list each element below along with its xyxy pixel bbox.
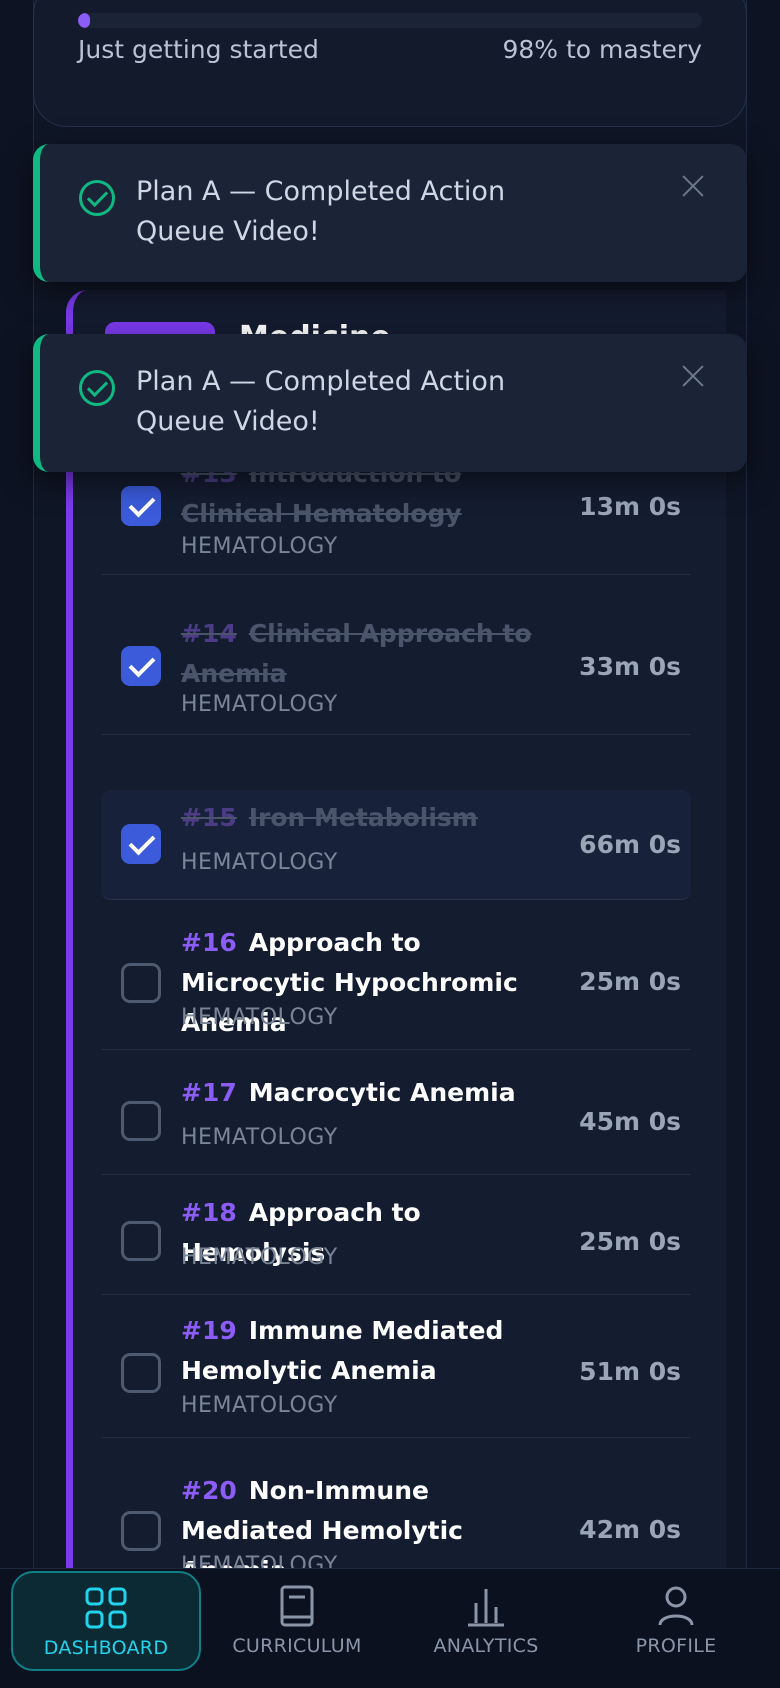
lesson-row[interactable]: #17 Macrocytic Anemia HEMATOLOGY 45m 0s (101, 1065, 691, 1175)
close-icon[interactable] (679, 172, 707, 200)
lesson-category: HEMATOLOGY (181, 1245, 338, 1270)
user-icon (658, 1586, 694, 1626)
lesson-duration: 66m 0s (579, 830, 681, 859)
progress-status-label: Just getting started (78, 35, 319, 64)
progress-mastery-label: 98% to mastery (502, 35, 702, 64)
lesson-checkbox[interactable] (121, 963, 161, 1003)
lesson-duration: 45m 0s (579, 1107, 681, 1136)
nav-analytics-label: ANALYTICS (433, 1635, 539, 1657)
lesson-checkbox[interactable] (121, 646, 161, 686)
mastery-progress-bar (78, 13, 702, 28)
lesson-title: #14 Clinical Approach to Anemia (181, 614, 561, 694)
lesson-duration: 42m 0s (579, 1515, 681, 1544)
lesson-number: #18 (181, 1198, 237, 1227)
grid-icon (85, 1587, 127, 1629)
lesson-title-text: Macrocytic Anemia (248, 1078, 516, 1107)
lesson-row[interactable]: #19 Immune Mediated Hemolytic Anemia HEMA… (101, 1303, 691, 1438)
lesson-checkbox[interactable] (121, 1221, 161, 1261)
lesson-category: HEMATOLOGY (181, 692, 338, 717)
nav-profile-label: PROFILE (635, 1635, 717, 1657)
toast-message: Plan A — Completed Action Queue Video! (136, 176, 506, 247)
lesson-checkbox[interactable] (121, 824, 161, 864)
nav-analytics[interactable]: ANALYTICS (391, 1571, 581, 1671)
lesson-duration: 51m 0s (579, 1357, 681, 1386)
close-icon[interactable] (679, 362, 707, 390)
lesson-number: #17 (181, 1078, 237, 1107)
lesson-row[interactable]: #16 Approach to Microcytic Hypochromic An… (101, 915, 691, 1050)
lesson-row[interactable]: #15 Iron Metabolism HEMATOLOGY 66m 0s (101, 790, 691, 900)
nav-dashboard-label: DASHBOARD (43, 1637, 169, 1659)
bottom-navigation: DASHBOARD CURRICULUM ANALYTICS PROFILE (0, 1568, 780, 1688)
lesson-row[interactable]: #14 Clinical Approach to Anemia HEMATOLOG… (101, 600, 691, 735)
lesson-checkbox[interactable] (121, 1101, 161, 1141)
lesson-checkbox[interactable] (121, 1353, 161, 1393)
lesson-checkbox[interactable] (121, 486, 161, 526)
lesson-duration: 33m 0s (579, 652, 681, 681)
lesson-duration: 25m 0s (579, 1227, 681, 1256)
module-card: Medicine #13Introduction to Clinical Hem… (66, 290, 726, 1688)
lesson-checkbox[interactable] (121, 1511, 161, 1551)
success-toast: Plan A — Completed Action Queue Video! (33, 144, 747, 282)
nav-dashboard[interactable]: DASHBOARD (11, 1571, 201, 1671)
nav-curriculum[interactable]: CURRICULUM (202, 1571, 392, 1671)
mastery-progress-fill (78, 13, 91, 28)
check-circle-icon (79, 180, 115, 216)
lesson-number: #20 (181, 1476, 237, 1505)
nav-profile[interactable]: PROFILE (581, 1571, 771, 1671)
lesson-number: #15 (181, 803, 237, 832)
lesson-category: HEMATOLOGY (181, 534, 338, 559)
lesson-number: #16 (181, 928, 237, 957)
lesson-title: #17 Macrocytic Anemia (181, 1073, 561, 1113)
lesson-duration: 25m 0s (579, 967, 681, 996)
lesson-category: HEMATOLOGY (181, 1393, 338, 1418)
toast-message: Plan A — Completed Action Queue Video! (136, 366, 506, 437)
lesson-category: HEMATOLOGY (181, 850, 338, 875)
bar-chart-icon (468, 1589, 504, 1627)
lesson-category: HEMATOLOGY (181, 1125, 338, 1150)
lesson-number: #19 (181, 1316, 237, 1345)
lesson-title-text: Iron Metabolism (248, 803, 478, 832)
lesson-title: #15 Iron Metabolism (181, 798, 561, 838)
success-toast: Plan A — Completed Action Queue Video! (33, 334, 747, 472)
lesson-row[interactable]: #18 Approach to Hemolysis HEMATOLOGY 25m … (101, 1185, 691, 1295)
lesson-title: #19 Immune Mediated Hemolytic Anemia (181, 1311, 561, 1391)
book-icon (280, 1585, 314, 1627)
lesson-number: #14 (181, 619, 237, 648)
lesson-category: HEMATOLOGY (181, 1005, 338, 1030)
nav-curriculum-label: CURRICULUM (232, 1635, 362, 1657)
mastery-progress-card: Just getting started 98% to mastery (33, 0, 747, 127)
check-circle-icon (79, 370, 115, 406)
lesson-duration: 13m 0s (579, 492, 681, 521)
